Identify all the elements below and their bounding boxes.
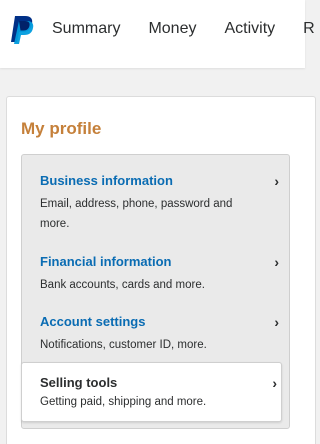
nav-summary[interactable]: Summary [52,18,120,40]
menu-item-description: Notifications, customer ID, more. [40,339,207,351]
chevron-right-icon: › [274,254,279,270]
page-title: My profile [21,119,102,138]
menu-item-business-information[interactable]: Business information › Email, address, p… [22,155,289,235]
chevron-right-icon: › [274,173,279,189]
main-nav: Summary Money Activity R [52,18,320,40]
menu-item-selling-tools[interactable]: Selling tools › Getting paid, shipping a… [21,362,282,422]
menu-item-financial-information[interactable]: Financial information › Bank accounts, c… [22,236,289,296]
nav-activity[interactable]: Activity [224,18,275,40]
menu-item-label: Account settings [40,314,146,329]
paypal-logo-icon[interactable] [6,13,38,45]
profile-menu: Business information › Email, address, p… [21,154,290,429]
menu-item-description: Bank accounts, cards and more. [40,279,205,291]
menu-item-label: Business information [40,173,173,188]
nav-reports[interactable]: R [303,18,315,40]
menu-item-label: Selling tools [40,375,118,390]
profile-card: My profile Business information › Email,… [6,96,316,444]
nav-money[interactable]: Money [148,18,196,40]
chevron-right-icon: › [274,314,279,330]
chevron-right-icon: › [272,375,277,391]
menu-item-description: Getting paid, shipping and more. [40,396,207,408]
menu-item-description: Email, address, phone, password and more… [40,198,233,230]
top-navigation-bar: Summary Money Activity R [0,0,315,68]
menu-item-account-settings[interactable]: Account settings › Notifications, custom… [22,296,289,356]
menu-item-label: Financial information [40,254,172,269]
